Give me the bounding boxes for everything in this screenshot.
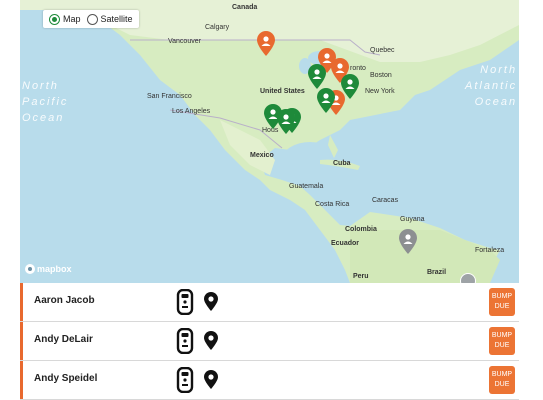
map-option[interactable]: Map [49,13,81,25]
ocean-word: Ocean [22,112,65,124]
label-colombia: Colombia [345,226,377,233]
map-pin-orange[interactable] [256,31,276,57]
location-pin-icon [203,292,219,317]
user-row[interactable]: Aaron Jacob BUMP DUE [20,283,519,322]
map-radio-icon[interactable] [49,13,60,25]
label-north-atlantic-ocean: North Atlantic Ocean [465,62,517,110]
mapbox-logo-text: mapbox [37,264,72,274]
map-pin-green[interactable] [276,109,296,135]
gas-detector-icon [176,288,194,320]
user-name: Andy DeLair [34,334,93,345]
label-vancouver: Vancouver [168,38,201,45]
map-option-label: Map [63,14,81,24]
bump-due-button[interactable]: BUMP DUE [489,327,515,355]
map-info-control[interactable] [460,273,476,283]
ocean-word: North [22,80,59,92]
location-pin-icon [203,331,219,356]
label-united-states: United States [260,88,305,95]
label-ecuador: Ecuador [331,240,360,247]
label-caracas: Caracas [372,197,399,204]
map-pin-green[interactable] [316,88,336,114]
ocean-word: Atlantic [465,80,518,92]
map-pin-green[interactable] [307,64,327,90]
user-row[interactable]: Andy DeLair BUMP DUE [20,322,519,361]
label-guatemala: Guatemala [289,183,324,190]
label-boston: Boston [370,72,392,79]
label-cuba: Cuba [333,160,351,167]
label-peru: Peru [353,273,369,280]
label-calgary: Calgary [205,24,230,31]
label-canada: Canada [232,4,258,11]
status-bar [20,361,23,399]
location-pin-icon [203,370,219,395]
bump-due-button[interactable]: BUMP DUE [489,366,515,394]
label-north-pacific-ocean: North Pacific Ocean [22,78,68,126]
user-name: Andy Speidel [34,373,98,384]
mapbox-logo[interactable]: mapbox [25,264,72,274]
label-costa-rica: Costa Rica [315,201,350,208]
ocean-word: Ocean [474,96,518,108]
label-mexico: Mexico [250,152,274,159]
gas-detector-icon [176,327,194,359]
satellite-option[interactable]: Satellite [86,13,133,25]
label-fortaleza: Fortaleza [475,247,505,254]
satellite-option-label: Satellite [100,14,133,24]
gas-detector-icon [176,366,194,398]
user-list: Aaron Jacob BUMP DUE Andy DeLair BUMP DU… [20,283,519,400]
mapbox-icon [25,264,35,274]
label-brazil: Brazil [427,269,447,276]
label-san-francisco: San Francisco [147,93,192,100]
label-guyana: Guyana [400,216,425,223]
map-view[interactable]: Map Satellite Canada Calgary Vancouver Q… [20,0,519,283]
label-los-angeles: Los Angeles [172,108,211,115]
bump-due-button[interactable]: BUMP DUE [489,288,515,316]
label-quebec: Quebec [370,47,395,54]
label-toronto: ronto [350,65,366,72]
status-bar [20,283,23,321]
status-bar [20,322,23,360]
ocean-word: Pacific [22,96,69,108]
map-type-toggle: Map Satellite [43,10,139,28]
ocean-word: North [480,64,518,76]
map-pin-gray[interactable] [398,229,418,255]
user-name: Aaron Jacob [34,295,95,306]
user-row[interactable]: Andy Speidel BUMP DUE [20,361,519,400]
label-new-york: New York [365,88,395,95]
satellite-radio-icon[interactable] [86,13,98,25]
